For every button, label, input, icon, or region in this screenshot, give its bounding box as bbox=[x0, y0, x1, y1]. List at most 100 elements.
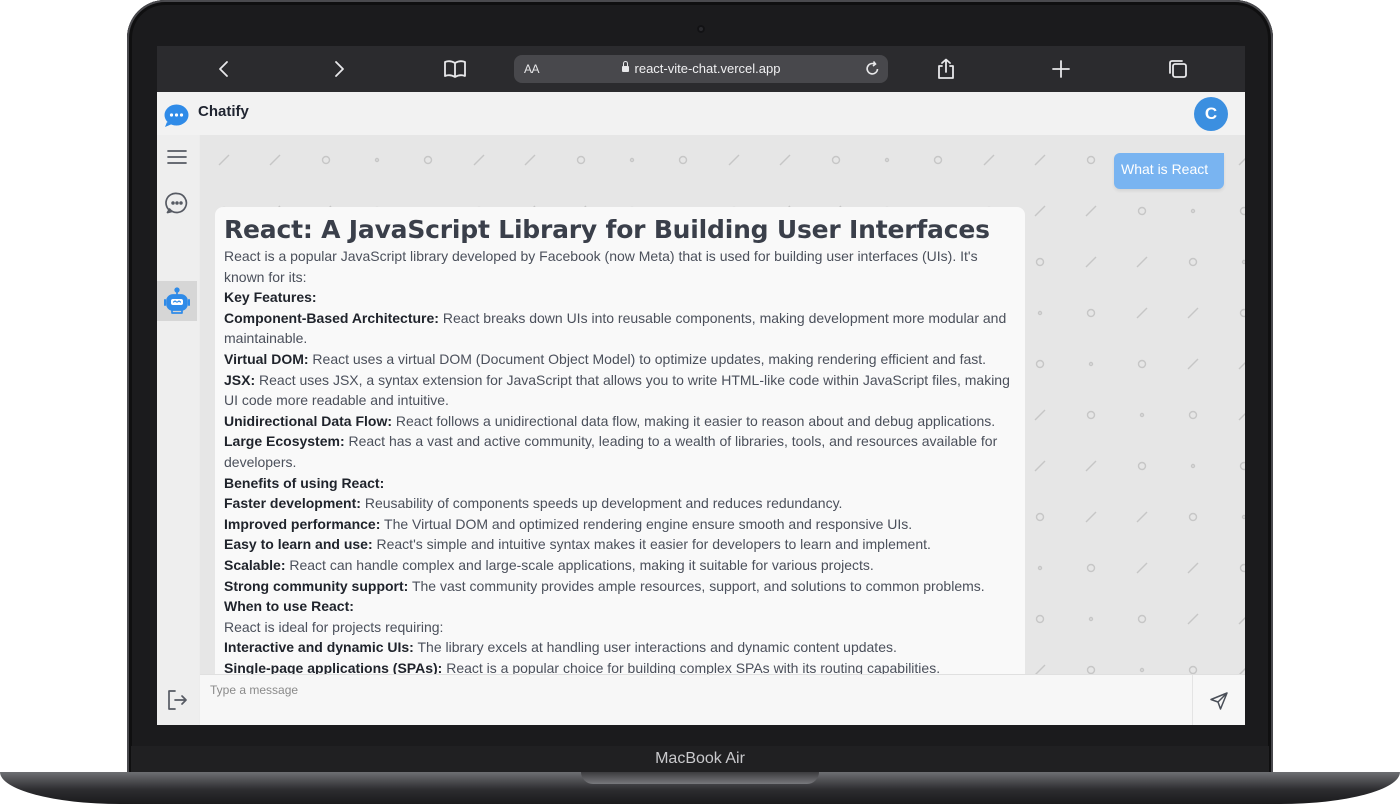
bot-line-heading: Single-page applications (SPAs): bbox=[224, 659, 443, 674]
bot-line-text: React uses JSX, a syntax extension for J… bbox=[224, 371, 1010, 409]
device-label: MacBook Air bbox=[655, 750, 745, 767]
bot-line-heading: Key Features: bbox=[224, 289, 317, 306]
bot-line-heading: Virtual DOM: bbox=[224, 350, 309, 367]
pattern-doodle bbox=[1085, 205, 1097, 217]
pattern-doodle bbox=[1187, 307, 1199, 319]
robot-icon bbox=[164, 287, 190, 314]
bot-line-text: React follows a unidirectional data flow… bbox=[392, 412, 996, 429]
bot-line-text: React can handle complex and large-scale… bbox=[285, 556, 874, 573]
bot-message-line: Unidirectional Data Flow: React follows … bbox=[224, 411, 1025, 432]
user-avatar[interactable]: C bbox=[1194, 97, 1228, 131]
pattern-doodle bbox=[1238, 413, 1245, 421]
bot-message-line: Scalable: React can handle complex and l… bbox=[224, 555, 1025, 576]
pattern-doodle bbox=[1034, 460, 1046, 472]
pattern-doodle bbox=[1238, 158, 1245, 166]
pattern-doodle bbox=[779, 154, 791, 166]
menu-button[interactable] bbox=[157, 137, 197, 177]
bot-line-heading: Benefits of using React: bbox=[224, 474, 385, 491]
bot-line-text: React's simple and intuitive syntax make… bbox=[372, 536, 931, 553]
pattern-doodle bbox=[321, 155, 331, 165]
bot-message-line: React is a popular JavaScript library de… bbox=[224, 246, 1025, 287]
pattern-doodle bbox=[524, 154, 536, 166]
pattern-doodle bbox=[1137, 461, 1147, 471]
pattern-doodle bbox=[1034, 205, 1046, 217]
sidebar-item-chats[interactable] bbox=[157, 183, 197, 223]
bot-line-heading: Scalable: bbox=[224, 556, 286, 573]
pattern-doodle bbox=[1136, 511, 1148, 523]
bot-line-text: The library excels at handling user inte… bbox=[413, 639, 897, 656]
pattern-doodle bbox=[1139, 412, 1145, 418]
pattern-doodle bbox=[831, 155, 841, 165]
lock-icon bbox=[621, 61, 629, 72]
pattern-doodle bbox=[1086, 155, 1096, 165]
user-message-bubble: What is React bbox=[1114, 153, 1225, 189]
message-input[interactable] bbox=[200, 675, 1192, 725]
pattern-doodle bbox=[1034, 154, 1046, 166]
pattern-doodle bbox=[1136, 307, 1148, 319]
bot-message-line: JSX: React uses JSX, a syntax extension … bbox=[224, 370, 1025, 411]
bot-message-body: React is a popular JavaScript library de… bbox=[224, 246, 1025, 674]
pattern-doodle bbox=[1088, 361, 1094, 367]
bot-message-line: React is ideal for projects requiring: bbox=[224, 617, 1025, 638]
pattern-doodle bbox=[1035, 664, 1046, 674]
bookmarks-icon[interactable] bbox=[442, 56, 468, 82]
logout-button[interactable] bbox=[157, 680, 197, 720]
bot-message-line: Improved performance: The Virtual DOM an… bbox=[224, 514, 1025, 535]
pattern-doodle bbox=[1241, 259, 1245, 265]
pattern-doodle bbox=[1085, 511, 1097, 523]
pattern-doodle bbox=[1137, 614, 1147, 624]
pattern-doodle bbox=[1035, 512, 1045, 522]
tabs-icon[interactable] bbox=[1165, 56, 1191, 82]
chat-area[interactable]: What is React React: A JavaScript Librar… bbox=[200, 135, 1245, 674]
pattern-doodle bbox=[1238, 617, 1245, 625]
pattern-doodle bbox=[1037, 565, 1043, 571]
pattern-doodle bbox=[1188, 665, 1198, 674]
share-icon[interactable] bbox=[933, 56, 959, 82]
pattern-doodle bbox=[1088, 616, 1094, 622]
pattern-doodle bbox=[1190, 463, 1196, 469]
pattern-doodle bbox=[1037, 310, 1043, 316]
sidebar bbox=[157, 135, 199, 725]
pattern-doodle bbox=[1187, 358, 1199, 370]
pattern-doodle bbox=[1188, 257, 1198, 267]
app-title: Chatify bbox=[198, 103, 249, 120]
bot-line-heading: JSX: bbox=[224, 371, 256, 388]
pattern-doodle bbox=[1187, 562, 1199, 574]
pattern-doodle bbox=[678, 155, 688, 165]
url-text: react-vite-chat.vercel.app bbox=[634, 61, 781, 76]
bot-message-line: Strong community support: The vast commu… bbox=[224, 576, 1025, 597]
bot-message-line: Single-page applications (SPAs): React i… bbox=[224, 658, 1025, 674]
url-bar[interactable]: AA react-vite-chat.vercel.app bbox=[514, 55, 888, 83]
pattern-doodle bbox=[1239, 308, 1245, 318]
bot-message-title: React: A JavaScript Library for Building… bbox=[224, 215, 990, 244]
sidebar-item-bot[interactable] bbox=[157, 281, 197, 321]
pattern-doodle bbox=[1085, 256, 1097, 268]
pattern-doodle bbox=[1035, 257, 1045, 267]
new-tab-icon[interactable] bbox=[1048, 56, 1074, 82]
pattern-doodle bbox=[1188, 512, 1198, 522]
pattern-doodle bbox=[1034, 409, 1046, 421]
pattern-doodle bbox=[1086, 308, 1096, 318]
bot-message-line: Benefits of using React: bbox=[224, 473, 1025, 494]
pattern-doodle bbox=[1086, 410, 1096, 420]
reload-icon[interactable] bbox=[864, 60, 881, 82]
pattern-doodle bbox=[1137, 359, 1147, 369]
bot-message-line: Large Ecosystem: React has a vast and ac… bbox=[224, 431, 1025, 472]
pattern-doodle bbox=[1239, 206, 1245, 216]
browser-toolbar: AA react-vite-chat.vercel.app bbox=[157, 46, 1245, 92]
send-button[interactable] bbox=[1192, 675, 1245, 725]
pattern-doodle bbox=[1136, 256, 1148, 268]
bot-line-text: React is ideal for projects requiring: bbox=[224, 618, 444, 635]
pattern-doodle bbox=[1241, 514, 1245, 520]
bot-line-text: Reusability of components speeds up deve… bbox=[360, 495, 843, 512]
chat-bubble-icon bbox=[165, 192, 188, 214]
bot-message-line: Component-Based Architecture: React brea… bbox=[224, 308, 1025, 349]
pattern-doodle bbox=[629, 157, 635, 163]
back-icon[interactable] bbox=[211, 56, 237, 82]
pattern-doodle bbox=[1188, 410, 1198, 420]
bot-message-line: Easy to learn and use: React's simple an… bbox=[224, 534, 1025, 555]
bot-line-heading: Easy to learn and use: bbox=[224, 536, 373, 553]
pattern-doodle bbox=[1136, 562, 1148, 574]
forward-icon[interactable] bbox=[326, 56, 352, 82]
laptop-notch bbox=[581, 772, 819, 784]
